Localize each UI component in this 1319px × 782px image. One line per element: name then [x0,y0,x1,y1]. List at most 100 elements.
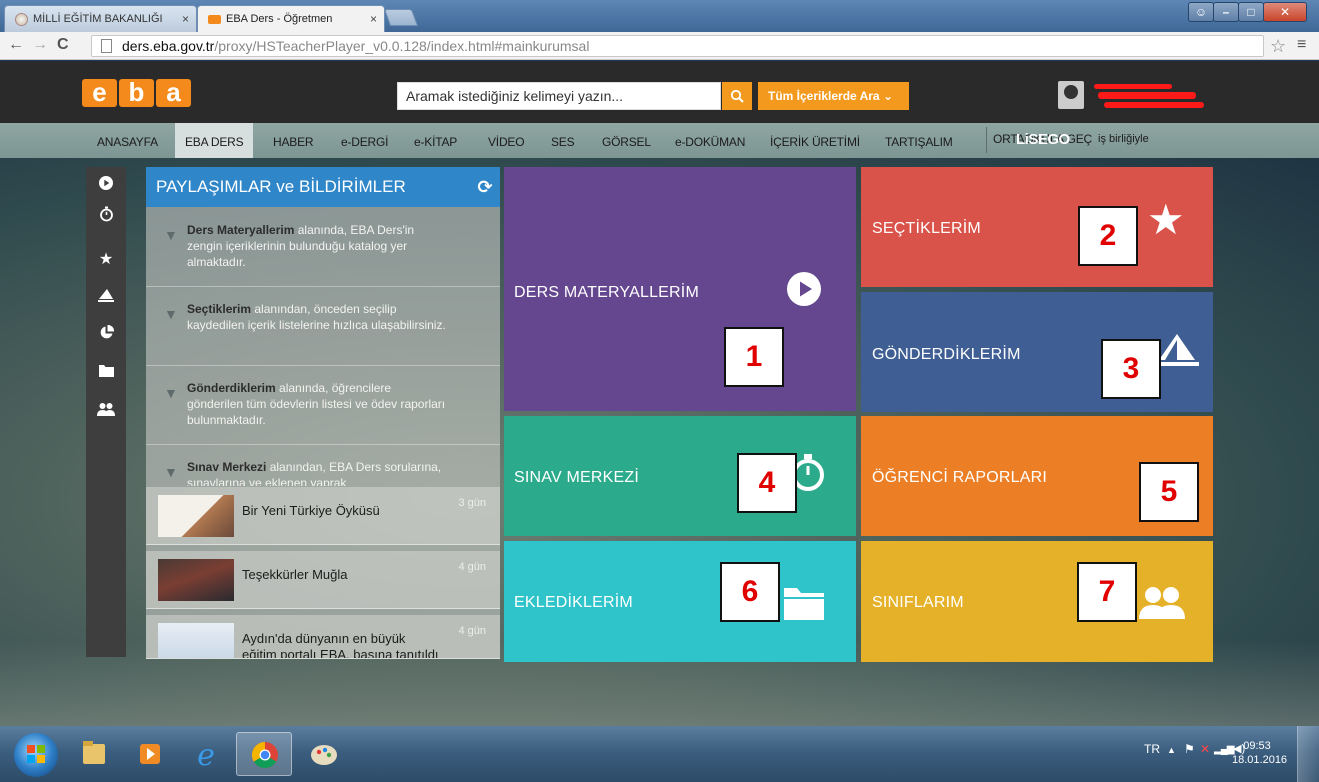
tile-eklediklerim[interactable]: EKLEDİKLERİM 6 [504,541,856,662]
tile-label: DERS MATERYALLERİM [514,284,699,301]
avatar[interactable] [1058,81,1084,109]
svg-text:e: e [197,738,215,773]
pin-icon: ▼ [164,385,178,401]
folder-icon[interactable] [86,358,126,388]
menu-icerik-uretimi[interactable]: İÇERİK ÜRETİMİ [770,123,860,158]
news-item[interactable]: Aydın'da dünyanın en büyük eğitim portal… [146,615,500,659]
tab-title: EBA Ders - Öğretmen [226,13,333,25]
language-indicator[interactable]: TR [1144,742,1160,756]
eba-favicon-icon [208,15,221,24]
url-text[interactable]: ders.eba.gov.tr/proxy/HSTeacherPlayer_v0… [122,38,589,54]
notification-item[interactable]: ▼ Sınav Merkezi alanından, EBA Ders soru… [146,446,500,486]
annotation-number: 3 [1101,339,1161,399]
star-icon: ★ [1147,196,1185,243]
action-center-icon[interactable]: ⚑ [1184,742,1195,756]
menu-video[interactable]: VİDEO [488,123,525,158]
search-icon[interactable] [722,82,752,110]
show-desktop-button[interactable] [1297,726,1319,782]
users-icon [1139,585,1185,622]
annotation-number: 4 [737,453,797,513]
close-window-button[interactable]: ✕ [1263,2,1307,22]
logo-letter: a [156,79,191,107]
tile-label: EKLEDİKLERİM [514,594,633,611]
tile-sinav-merkezi[interactable]: SINAV MERKEZİ 4 [504,416,856,536]
menu-tartisalim[interactable]: TARTIŞALIM [885,123,953,158]
menu-e-dokuman[interactable]: e-DOKÜMAN [675,123,745,158]
send-icon[interactable] [86,283,126,313]
annotation-number: 2 [1078,206,1138,266]
eba-logo[interactable]: e b a [82,79,193,107]
user-name-redacted[interactable] [1094,80,1204,112]
tile-label: SINIFLARIM [872,594,964,611]
news-thumbnail [158,623,234,658]
tab-close-icon[interactable]: × [370,6,377,32]
meb-favicon-icon [15,13,28,26]
annotation-number: 7 [1077,562,1137,622]
tile-ders-materyallerim[interactable]: DERS MATERYALLERİM 1 [504,167,856,411]
panel-title: PAYLAŞIMLAR ve BİLDİRİMLER [146,167,500,207]
search-scope-dropdown[interactable]: Tüm İçeriklerde Ara ⌄ [758,82,909,110]
menu-e-kitap[interactable]: e-KİTAP [414,123,457,158]
tile-sectiklerim[interactable]: SEÇTİKLERİM ★ 2 [861,167,1213,287]
tab-close-icon[interactable]: × [182,6,189,32]
refresh-icon[interactable]: ⟳ [470,167,500,207]
signal-icon[interactable]: ▂▄▆ [1214,744,1234,755]
stopwatch-icon[interactable] [86,203,126,233]
news-item[interactable]: Teşekkürler Muğla 4 gün [146,551,500,609]
menu-haber[interactable]: HABER [273,123,314,158]
notification-text: Gönderdiklerim alanında, öğrencilere gön… [187,381,446,427]
network-error-icon[interactable]: ✕ [1200,742,1210,756]
forward-arrow-icon[interactable]: → [32,36,48,54]
logo-letter: b [119,79,154,107]
news-age: 3 gün [458,497,486,509]
explorer-taskbar-icon[interactable] [66,732,122,776]
menu-eba-ders[interactable]: EBA DERS [175,123,254,158]
notification-text: Sınav Merkezi alanından, EBA Ders sorula… [187,460,442,486]
browser-tab-eba[interactable]: EBA Ders - Öğretmen × [197,5,385,32]
internet-explorer-taskbar-icon[interactable]: e [178,732,234,776]
clock-date: 18.01.2016 [1232,754,1288,766]
tile-siniflarim[interactable]: SINIFLARIM 7 [861,541,1213,662]
system-clock[interactable]: 09:53 18.01.2016 [1232,739,1288,767]
news-title: Bir Yeni Türkiye Öyküsü [242,503,380,518]
back-arrow-icon[interactable]: ← [8,36,24,54]
maximize-button[interactable]: □ [1238,2,1264,22]
reload-icon[interactable]: C [57,36,69,54]
folder-icon [784,586,824,623]
partner-text: iş birliğiyle [1098,133,1149,145]
notification-item[interactable]: ▼ Gönderdiklerim alanında, öğrencilere g… [146,367,500,445]
tile-label: ÖĞRENCİ RAPORLARI [872,469,1047,486]
tile-ogrenci-raporlari[interactable]: ÖĞRENCİ RAPORLARI 5 [861,416,1213,536]
logo-letter: e [82,79,117,107]
browser-menu-icon[interactable]: ≡ [1297,36,1306,54]
menu-ses[interactable]: SES [551,123,575,158]
play-icon[interactable] [86,171,126,201]
news-age: 4 gün [458,625,486,637]
pie-chart-icon[interactable] [86,321,126,351]
notification-item[interactable]: ▼ Seçtiklerim alanından, önceden seçilip… [146,288,500,366]
browser-tab-meb[interactable]: MİLLİ EĞİTİM BAKANLIĞI × [4,5,197,32]
play-circle-icon [787,272,821,309]
start-button[interactable] [14,733,58,777]
chrome-taskbar-icon[interactable] [236,732,292,776]
lisego-logo[interactable]: LiSEGO [1016,131,1070,148]
new-tab-button[interactable] [383,9,419,26]
annotation-number: 6 [720,562,780,622]
star-icon[interactable]: ★ [86,245,126,275]
paint-taskbar-icon[interactable] [296,732,352,776]
bookmark-star-icon[interactable]: ☆ [1270,36,1286,57]
menu-e-dergi[interactable]: e-DERGİ [341,123,388,158]
search-input[interactable]: Aramak istediğiniz kelimeyi yazın... [397,82,721,110]
notification-item[interactable]: ▼ Ders Materyallerim alanında, EBA Ders'… [146,209,500,287]
minimize-button[interactable]: – [1213,2,1239,22]
window-controls: ☺ – □ ✕ [1188,2,1307,22]
media-player-taskbar-icon[interactable] [122,732,178,776]
users-icon[interactable] [86,397,126,427]
show-hidden-icons-icon[interactable]: ▲ [1167,745,1176,755]
news-item[interactable]: Bir Yeni Türkiye Öyküsü 3 gün [146,487,500,545]
user-profile-icon[interactable]: ☺ [1188,2,1214,22]
menu-anasayfa[interactable]: ANASAYFA [97,123,158,158]
menu-divider [986,127,987,153]
menu-gorsel[interactable]: GÖRSEL [602,123,651,158]
tile-gonderdiklerim[interactable]: GÖNDERDİKLERİM 3 [861,292,1213,412]
